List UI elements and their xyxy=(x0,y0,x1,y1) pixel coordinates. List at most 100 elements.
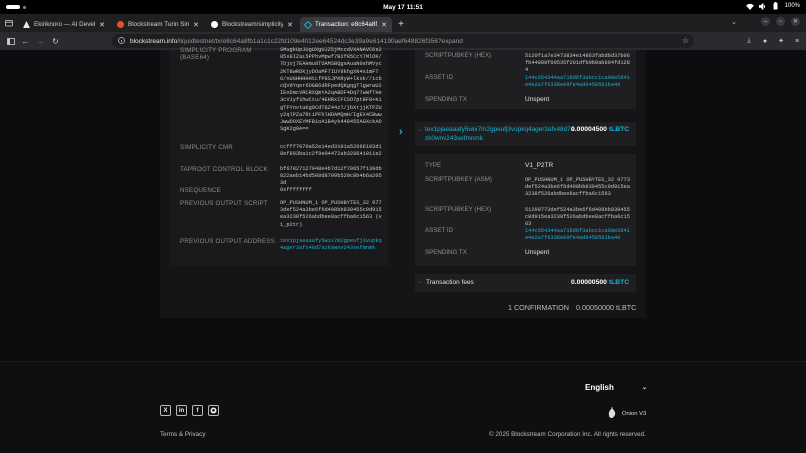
terms-privacy-link[interactable]: Terms & Privacy xyxy=(160,431,205,438)
top-scriptpubkey-hex-value: 5120f1a7e3473834e14863fabd6d37b06fb44889… xyxy=(525,53,630,74)
page-content: SIMPLICITY PROGRAM (BASE64) SMugkUpJUgUX… xyxy=(0,47,806,453)
site-info-icon[interactable] xyxy=(118,36,125,46)
site-footer: English ⌄ X in f Onion V3 Terms & Privac… xyxy=(0,361,806,453)
tab-favicon xyxy=(23,21,30,28)
github-icon[interactable] xyxy=(208,405,219,416)
chevron-down-icon: ⌄ xyxy=(641,384,647,391)
fees-unit: tLBTC xyxy=(608,279,630,286)
minimize-button[interactable]: – xyxy=(761,17,770,26)
onion-icon xyxy=(608,407,616,420)
reload-button[interactable]: ↻ xyxy=(48,34,63,49)
input-row-previous-output-script: PREVIOUS OUTPUT SCRIPT OP_PUSHNUM_1 OP_P… xyxy=(180,200,386,228)
tab-favicon xyxy=(117,21,124,28)
new-tab-button[interactable]: + xyxy=(394,17,408,32)
scriptpubkey-hex-label: SCRIPTPUBKEY (HEX) xyxy=(425,206,492,213)
fees-bullet-icon: ◦◦ xyxy=(418,280,422,286)
output-bullet-icon: ◦◦ xyxy=(418,128,422,134)
row-value: 0xffffffff xyxy=(280,187,312,193)
input-row-simplicity-cmr: SIMPLICITY CMR ccfff7070a52e14ed3101a520… xyxy=(180,144,386,157)
tab-close-icon[interactable]: ✕ xyxy=(99,21,105,29)
maximize-button[interactable]: ▫ xyxy=(776,17,785,26)
top-spending-tx-label: SPENDING TX xyxy=(425,96,467,103)
bookmark-star-icon[interactable]: ☆ xyxy=(682,36,689,45)
tab-list-chevron-icon[interactable]: ⌄ xyxy=(731,18,737,26)
browser-toolbar-right: ⤓ ● ✦ ≡ xyxy=(744,34,802,48)
github-icon xyxy=(211,21,218,28)
tab-transaction[interactable]: Transaction: e8c64a8fb1 ✕ xyxy=(300,17,392,32)
onion-label: Onion V3 xyxy=(622,410,647,417)
volume-icon xyxy=(758,2,767,10)
type-value: V1_P2TR xyxy=(525,162,554,169)
fees-amount: 0.00000500 tLBTC xyxy=(571,279,629,286)
row-label: SIMPLICITY PROGRAM (BASE64) xyxy=(180,47,252,61)
tab-overview-icon[interactable] xyxy=(0,14,18,32)
tab-blockstream-turin[interactable]: Blockstream Turin Simpli ✕ xyxy=(112,17,204,32)
tab-close-icon[interactable]: ✕ xyxy=(381,21,387,29)
row-value: OP_PUSHNUM_1 OP_PUSHBYTES_32 9773def524a… xyxy=(280,200,382,228)
system-tray[interactable]: 100% xyxy=(745,2,800,10)
url-text[interactable]: blockstream.info/liquidtestnet/tx/e8c64a… xyxy=(130,38,463,45)
output-amount: 0.00004500 tLBTC xyxy=(571,126,629,133)
tab-title: Blockstream Turin Simpli xyxy=(128,21,190,28)
top-spending-tx-value: Unspent xyxy=(525,96,550,103)
profile-icon[interactable]: ● xyxy=(760,34,770,48)
facebook-icon[interactable]: f xyxy=(192,405,203,416)
browser-nav-bar: ← → ↻ blockstream.info/liquidtestnet/tx/… xyxy=(0,32,806,50)
tab-title: Transaction: e8c64a8fb1 xyxy=(315,21,377,28)
scriptpubkey-asm-label: SCRIPTPUBKEY (ASM) xyxy=(425,176,492,183)
x-twitter-icon[interactable]: X xyxy=(160,405,171,416)
previous-output-address-link[interactable]: tex1pjaeaaafy5wix7m2gpeufj3vupkq4ager3af… xyxy=(280,238,384,252)
workspace-indicator[interactable] xyxy=(6,5,20,9)
scriptpubkey-hex-value: 51209773def524a3be6f6d408bb839455c0d915e… xyxy=(525,207,630,228)
browser-tab-bar: Ekiriknoro — AI Develope ✕ Blockstream T… xyxy=(0,14,806,32)
top-scriptpubkey-hex-label: SCRIPTPUBKEY (HEX) xyxy=(425,52,492,59)
tab-close-icon[interactable]: ✕ xyxy=(287,21,293,29)
input-row-taproot-control-block: TAPROOT CONTROL BLOCK bf67827127948e4b7d… xyxy=(180,166,386,186)
copyright-text: © 2025 Blockstream Corporation Inc. All … xyxy=(489,431,646,438)
confirmation-count: 1 CONFIRMATION xyxy=(508,303,569,312)
fees-label: Transaction fees xyxy=(426,279,474,286)
extensions-icon[interactable]: ✦ xyxy=(776,34,786,48)
os-top-bar: May 17 11:51 100% xyxy=(0,0,806,14)
input-row-nsequence: NSEQUENCE 0xffffffff xyxy=(180,187,386,194)
linkedin-icon[interactable]: in xyxy=(176,405,187,416)
url-domain: blockstream.info xyxy=(130,37,178,45)
workspace-dot[interactable] xyxy=(23,5,26,9)
social-links: X in f xyxy=(160,405,219,416)
spending-tx-value: Unspent xyxy=(525,249,550,256)
tab-title: Ekiriknoro — AI Develope xyxy=(34,21,95,28)
tab-close-icon[interactable]: ✕ xyxy=(193,21,199,29)
back-button[interactable]: ← xyxy=(18,34,33,49)
output-amount-unit: tLBTC xyxy=(608,126,630,133)
input-row-simplicity-program: SIMPLICITY PROGRAM (BASE64) SMugkUpJUgUX… xyxy=(180,47,386,132)
chevron-right-icon: › xyxy=(399,126,403,138)
sidebar-toggle-icon[interactable] xyxy=(3,34,18,49)
onion-link[interactable]: Onion V3 xyxy=(608,407,646,420)
blockstream-icon xyxy=(303,20,313,29)
top-asset-id-label: ASSET ID xyxy=(425,74,454,81)
address-bar[interactable]: blockstream.info/liquidtestnet/tx/e8c64a… xyxy=(112,34,694,48)
tab-github-simplicity[interactable]: Blockstream/simplicity-c ✕ xyxy=(206,17,298,32)
menu-icon[interactable]: ≡ xyxy=(792,34,802,48)
total-amount: 0.00050000 tLBTC xyxy=(576,303,637,312)
download-icon[interactable]: ⤓ xyxy=(744,34,754,48)
output-amount-value: 0.00004500 xyxy=(571,126,607,133)
asset-id-label: ASSET ID xyxy=(425,227,454,234)
clock[interactable]: May 17 11:51 xyxy=(383,4,423,11)
forward-button[interactable]: → xyxy=(33,34,48,49)
battery-percent: 100% xyxy=(784,3,800,9)
spending-tx-label: SPENDING TX xyxy=(425,249,467,256)
input-row-previous-output-address: PREVIOUS OUTPUT ADDRESS tex1pjaeaaafy5wi… xyxy=(180,238,386,251)
type-label: TYPE xyxy=(425,162,442,169)
output-address-link[interactable]: tex1pjaeaaafy5wix7m2gpeufj3vupkq4ager3af… xyxy=(425,126,575,143)
battery-icon xyxy=(772,2,780,10)
window-controls: – ▫ ✕ xyxy=(761,17,800,26)
url-path: /liquidtestnet/tx/e8c64a8fb1a1c1c22fd109… xyxy=(177,37,463,45)
top-asset-id-link[interactable]: 144c654344aa716d6f3abcc1ca00e5641e4e2a7f… xyxy=(525,75,633,89)
asset-id-link[interactable]: 144c654344aa716d6f3abcc1ca00e5641e4e2a7f… xyxy=(525,228,633,242)
language-select[interactable]: English ⌄ xyxy=(585,380,647,394)
row-value: SMugkUpJUgUXgUJZ5jMccdVXANAVC6s285s8IZaL… xyxy=(280,47,382,133)
language-label: English xyxy=(585,382,614,392)
tab-ekiriknoro[interactable]: Ekiriknoro — AI Develope ✕ xyxy=(18,17,110,32)
close-window-button[interactable]: ✕ xyxy=(791,17,800,26)
